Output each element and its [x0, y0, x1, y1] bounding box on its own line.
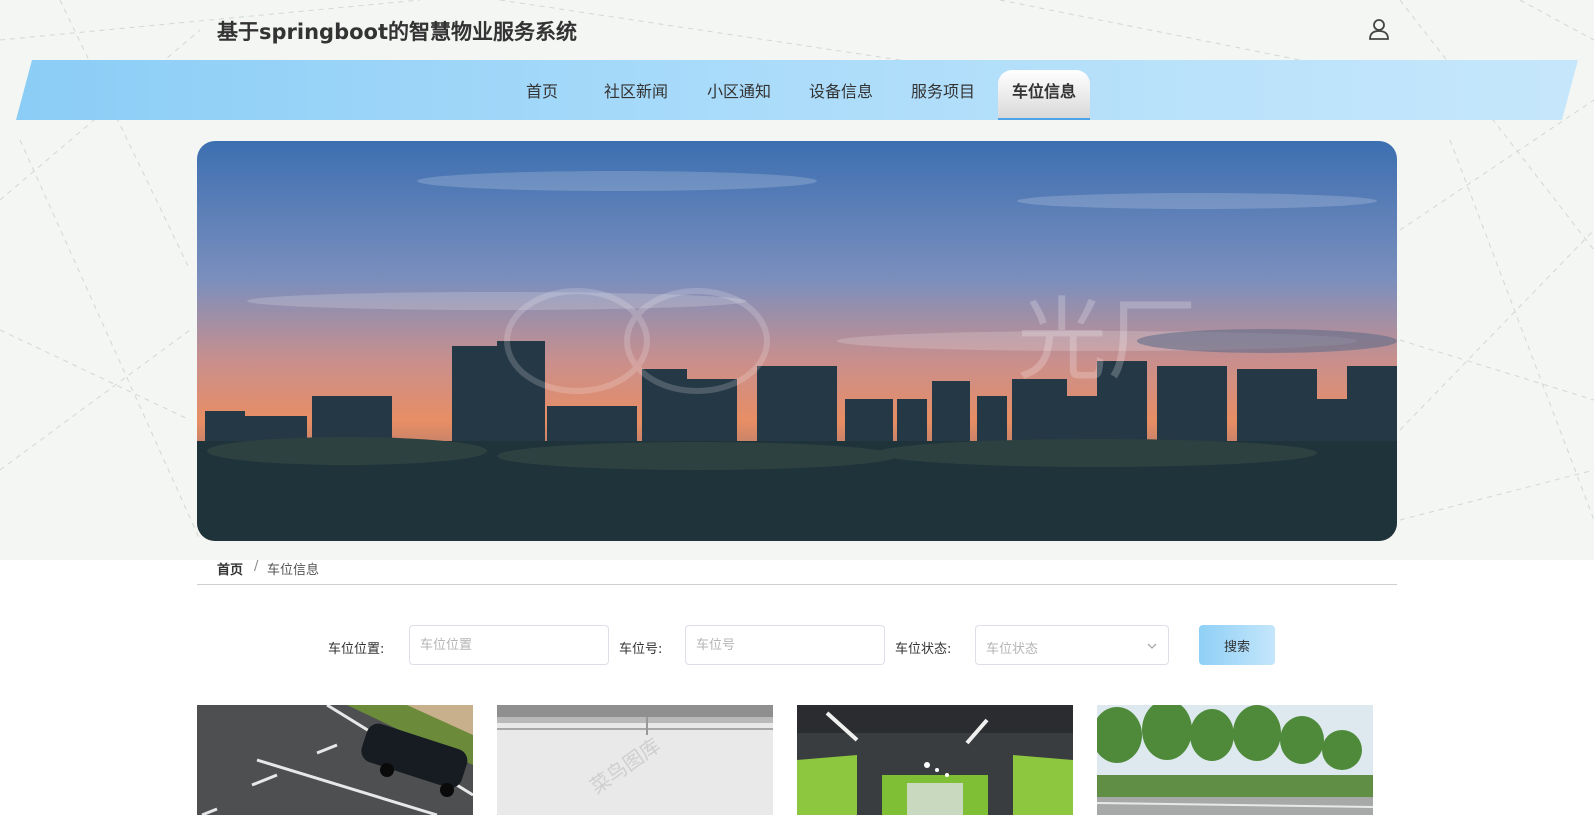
location-input[interactable]	[409, 625, 609, 665]
parking-card[interactable]	[197, 705, 473, 815]
status-select[interactable]: 车位状态	[975, 625, 1169, 665]
breadcrumb: 首页 / 车位信息	[197, 559, 1397, 585]
nav-item-notices[interactable]: 小区通知	[707, 78, 771, 102]
parking-card-grid: 菜鸟图库	[0, 705, 1594, 815]
number-input[interactable]	[685, 625, 885, 665]
nav-item-equipment[interactable]: 设备信息	[809, 78, 873, 102]
parking-card[interactable]	[1097, 705, 1373, 815]
search-bar: 车位位置: 车位号: 车位状态: 车位状态 搜索	[0, 625, 1594, 667]
user-icon[interactable]	[1367, 17, 1391, 41]
parking-card[interactable]	[797, 705, 1073, 815]
banner-watermark: 光厂	[1017, 288, 1197, 393]
site-title: 基于springboot的智慧物业服务系统	[217, 20, 577, 44]
breadcrumb-separator: /	[254, 559, 259, 574]
status-label: 车位状态:	[895, 642, 952, 657]
breadcrumb-current: 车位信息	[267, 563, 320, 578]
nav-item-home[interactable]: 首页	[526, 78, 558, 102]
nav-item-community-news[interactable]: 社区新闻	[604, 78, 668, 102]
search-button[interactable]: 搜索	[1199, 625, 1275, 665]
banner-image: 光厂	[197, 141, 1397, 541]
status-select-placeholder: 车位状态	[986, 642, 1039, 657]
number-label: 车位号:	[619, 642, 663, 657]
location-label: 车位位置:	[328, 642, 385, 657]
chevron-down-icon	[1146, 639, 1158, 657]
nav-item-parking[interactable]: 车位信息	[998, 70, 1091, 120]
parking-card[interactable]: 菜鸟图库	[497, 705, 773, 815]
site-header: 基于springboot的智慧物业服务系统	[0, 0, 1594, 60]
nav-item-services[interactable]: 服务项目	[911, 78, 975, 102]
breadcrumb-home[interactable]: 首页	[217, 559, 243, 578]
main-nav: 首页 社区新闻 小区通知 设备信息 服务项目 车位信息	[0, 60, 1594, 120]
